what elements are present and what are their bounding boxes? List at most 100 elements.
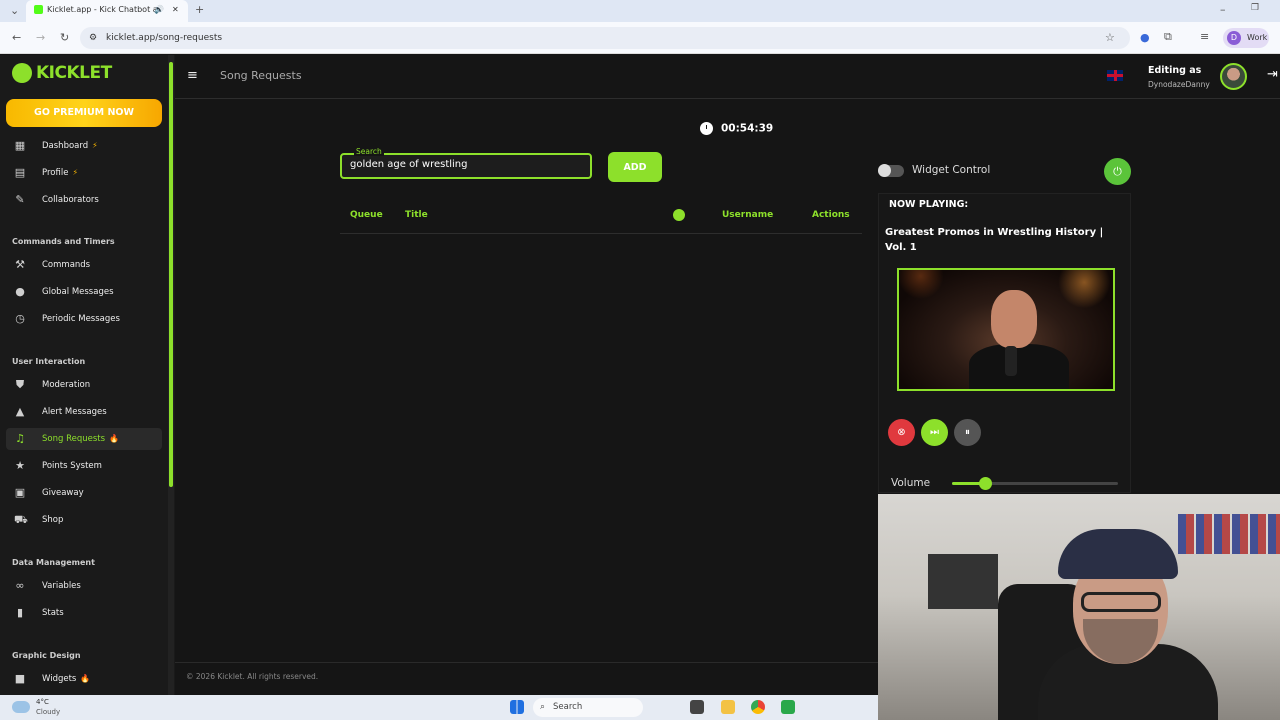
forward-icon[interactable]: → (36, 31, 45, 44)
sidebar-item-global-messages[interactable]: ● Global Messages (6, 281, 162, 303)
sidebar-item-points-system[interactable]: ★ Points System (6, 455, 162, 477)
column-header-title[interactable]: Title (405, 210, 428, 220)
sidebar-scroll-thumb[interactable] (169, 62, 173, 487)
extensions-puzzle-icon[interactable]: ⧉ (1164, 30, 1172, 44)
search-input-value: golden age of wrestling (350, 159, 468, 170)
sidebar-item-giveaway[interactable]: ▣ Giveaway (6, 482, 162, 504)
skip-button[interactable]: ⏭ (921, 419, 948, 446)
power-button[interactable]: ⏻ (1104, 158, 1131, 185)
task-view-icon[interactable] (690, 700, 704, 714)
search-icon: ⌕ (540, 702, 546, 712)
app-icon[interactable] (781, 700, 795, 714)
sidebar-item-shop[interactable]: ⛟ Shop (6, 509, 162, 531)
music-note-icon: ♫ (15, 432, 25, 445)
cart-icon: ⛟ (14, 513, 28, 526)
search-input[interactable]: golden age of wrestling (340, 153, 592, 179)
profile-avatar: D (1227, 31, 1241, 45)
sidebar-item-stats[interactable]: ▮ Stats (6, 602, 162, 624)
extension-icon[interactable]: ● (1140, 31, 1150, 44)
sidebar-item-variables[interactable]: ∞ Variables (6, 575, 162, 597)
now-playing-title: Greatest Promos in Wrestling History | V… (885, 227, 1104, 253)
new-tab-icon[interactable]: + (195, 3, 204, 16)
file-explorer-icon[interactable] (721, 700, 735, 714)
uk-flag-icon[interactable] (1107, 70, 1123, 81)
browser-tab-bar: ⌄ Kicklet.app - Kick Chatbot a 🔊 ✕ + – ❐ (0, 0, 1280, 22)
url-field[interactable]: ⚙ kicklet.app/song-requests (80, 27, 1130, 49)
sidebar-item-profile[interactable]: ▤ Profile ⚡ (6, 162, 162, 184)
video-player[interactable] (897, 268, 1115, 391)
shield-icon: ⛊ (15, 378, 25, 391)
windows-start-icon[interactable] (510, 700, 524, 714)
sidebar-item-label: Periodic Messages (42, 314, 120, 324)
add-button[interactable]: ADD (608, 152, 662, 182)
sidebar-item-label: Global Messages (42, 287, 114, 297)
sidebar-item-periodic-messages[interactable]: ◷ Periodic Messages (6, 308, 162, 330)
video-figure-face (991, 290, 1037, 348)
sidebar-item-label: Dashboard (42, 141, 89, 151)
profile-button[interactable]: D Work (1223, 28, 1269, 48)
sidebar-item-label: Giveaway (42, 488, 84, 498)
profile-label: Work (1247, 33, 1268, 42)
weather-description: Cloudy (36, 708, 61, 716)
minimize-icon[interactable]: – (1220, 3, 1226, 16)
menu-toggle-icon[interactable]: ≡ (187, 68, 198, 83)
profile-icon: ▤ (14, 166, 26, 179)
site-info-icon[interactable]: ⚙ (89, 27, 97, 49)
sidebar-item-label: Points System (42, 461, 102, 471)
url-text: kicklet.app/song-requests (106, 33, 223, 43)
column-header-actions[interactable]: Actions (812, 210, 850, 220)
lightning-badge-icon: ⚡ (72, 168, 79, 177)
sidebar-item-label: Shop (42, 515, 64, 525)
browser-address-bar: ← → ↻ ⚙ kicklet.app/song-requests ☆ ● ⧉ … (0, 22, 1280, 54)
section-graphic-design: Graphic Design (12, 651, 81, 660)
chat-bubble-icon: ● (15, 285, 25, 298)
webcam-person-cap (1058, 529, 1178, 579)
sidebar-item-alert-messages[interactable]: ▲ Alert Messages (6, 401, 162, 423)
kicklet-favicon-icon (34, 5, 43, 14)
bookmark-star-icon[interactable]: ☆ (1105, 31, 1115, 44)
logout-icon[interactable]: ⇥ (1267, 67, 1278, 82)
windows-taskbar: 4°C Cloudy ⌕ Search (0, 695, 878, 720)
chrome-icon[interactable] (751, 700, 765, 714)
pause-icon: ⏸ (965, 427, 970, 438)
restore-icon[interactable]: ❐ (1251, 3, 1259, 13)
sidebar-item-commands[interactable]: ⚒ Commands (6, 254, 162, 276)
column-header-username[interactable]: Username (722, 210, 773, 220)
sidebar-item-label: Moderation (42, 380, 91, 390)
pause-button[interactable]: ⏸ (954, 419, 981, 446)
tab-search-chevron-icon[interactable]: ⌄ (10, 4, 19, 17)
fire-badge-icon: 🔥 (109, 434, 120, 443)
sidebar-item-widgets[interactable]: ■ Widgets 🔥 (6, 668, 162, 690)
editing-username: DynodazeDanny (1148, 80, 1210, 89)
stop-button[interactable]: ⊗ (888, 419, 915, 446)
widget-control-label: Widget Control (912, 164, 991, 176)
brand-logo[interactable]: KICKLET (12, 63, 112, 83)
column-header-queue[interactable]: Queue (350, 210, 383, 220)
taskbar-search[interactable]: ⌕ Search (533, 698, 643, 717)
browser-tab[interactable]: Kicklet.app - Kick Chatbot a 🔊 ✕ (26, 0, 188, 22)
avatar[interactable] (1220, 63, 1247, 90)
webcam-overlay (878, 494, 1280, 720)
speaker-icon: 🔊 (154, 5, 164, 14)
clock-icon (700, 122, 713, 135)
reload-icon[interactable]: ↻ (60, 31, 69, 44)
go-premium-button[interactable]: GO PREMIUM NOW (6, 99, 162, 127)
bar-chart-icon: ▮ (16, 606, 24, 619)
sidebar-item-moderation[interactable]: ⛊ Moderation (6, 374, 162, 396)
reading-list-icon[interactable]: ≡ (1200, 30, 1209, 43)
sidebar-item-label: Variables (42, 581, 81, 591)
widget-control-toggle[interactable] (878, 164, 904, 177)
video-figure-shirt (969, 344, 1069, 389)
sidebar-item-label: Profile (42, 168, 69, 178)
weather-cloud-icon[interactable] (12, 701, 30, 713)
sidebar-item-dashboard[interactable]: ▦ Dashboard ⚡ (6, 135, 162, 157)
sidebar-item-label: Song Requests (42, 434, 106, 444)
close-tab-icon[interactable]: ✕ (172, 0, 179, 20)
sidebar-item-label: Alert Messages (42, 407, 107, 417)
section-commands-and-timers: Commands and Timers (12, 237, 115, 246)
sidebar: KICKLET GO PREMIUM NOW ▦ Dashboard ⚡ ▤ Prof… (0, 55, 175, 695)
back-icon[interactable]: ← (12, 31, 21, 44)
footer-copyright: © 2026 Kicklet. All rights reserved. (186, 672, 319, 681)
sidebar-item-collaborators[interactable]: ✎ Collaborators (6, 189, 162, 211)
sidebar-item-song-requests[interactable]: ♫ Song Requests 🔥 (6, 428, 162, 450)
